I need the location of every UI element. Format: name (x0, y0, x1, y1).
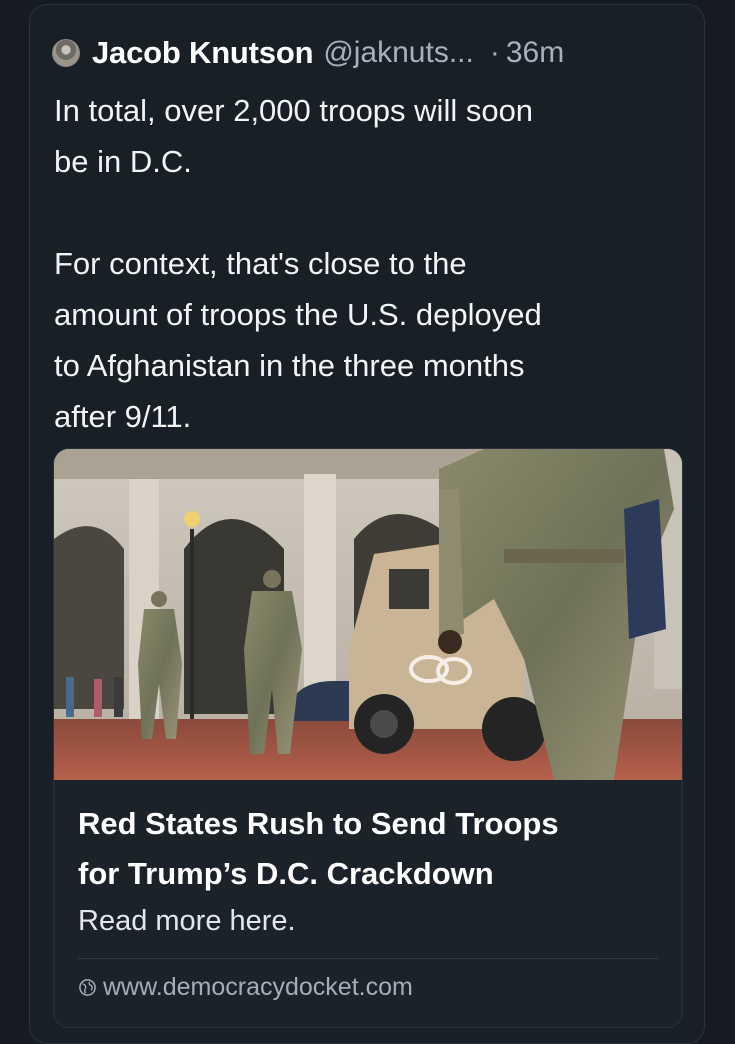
post-timestamp[interactable]: 36m (506, 36, 564, 70)
link-domain-row[interactable]: www.democracydocket.com (78, 973, 413, 1002)
link-description: Read more here. (78, 905, 296, 937)
news-photo-image[interactable] (54, 449, 683, 780)
post-text-line: be in D.C. (54, 144, 192, 179)
separator-dot: · (489, 36, 500, 69)
card-divider (78, 958, 658, 959)
post-text-line: to Afghanistan in the three months (54, 348, 525, 383)
link-title-line: Red States Rush to Send Troops (78, 806, 559, 841)
post-text: In total, over 2,000 troops will soon be… (54, 85, 694, 442)
avatar[interactable] (52, 39, 80, 67)
globe-icon (79, 979, 96, 996)
post-text-line: In total, over 2,000 troops will soon (54, 93, 534, 128)
post-header: Jacob Knutson @jaknuts... · 36m (52, 33, 692, 73)
author-handle[interactable]: @jaknuts... (323, 36, 474, 70)
link-preview-card[interactable]: Red States Rush to Send Troops for Trump… (53, 448, 683, 1028)
post-text-line: amount of troops the U.S. deployed (54, 297, 542, 332)
link-title-line: for Trump’s D.C. Crackdown (78, 856, 494, 891)
post-text-line: after 9/11. (54, 399, 192, 434)
link-domain[interactable]: www.democracydocket.com (103, 973, 413, 1002)
link-title[interactable]: Red States Rush to Send Troops for Trump… (78, 799, 668, 899)
post-card[interactable]: Jacob Knutson @jaknuts... · 36m In total… (29, 4, 705, 1044)
author-name[interactable]: Jacob Knutson (92, 35, 314, 71)
post-text-line: For context, that's close to the (54, 246, 467, 281)
